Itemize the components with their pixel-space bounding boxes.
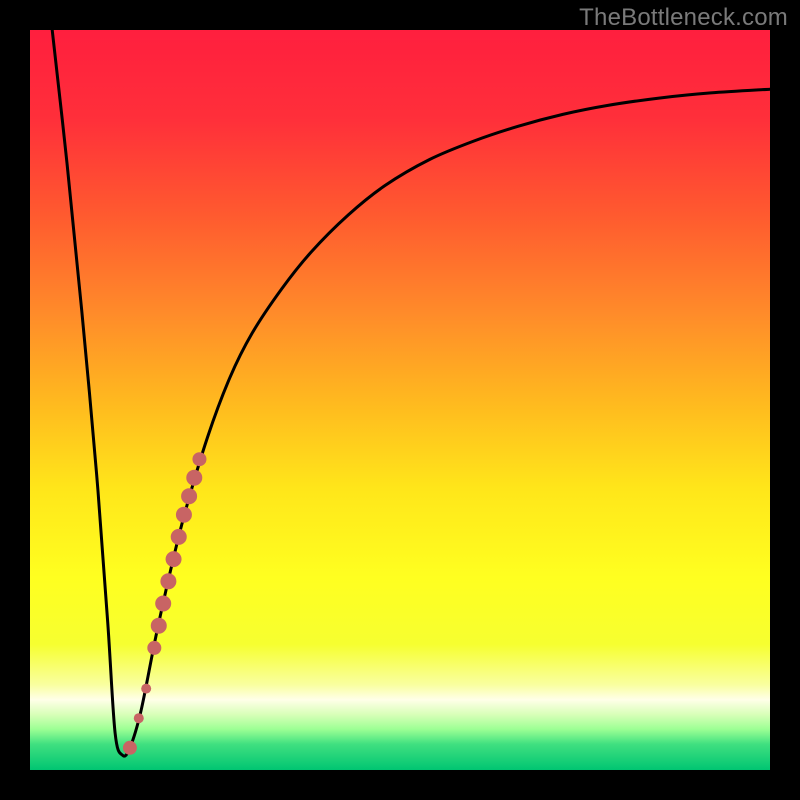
watermark-text: TheBottleneck.com — [579, 4, 788, 32]
highlight-dot — [186, 470, 202, 486]
highlight-dot — [151, 618, 167, 634]
chart-frame: TheBottleneck.com — [0, 0, 800, 800]
highlight-dot — [181, 488, 197, 504]
highlight-dot — [134, 713, 144, 723]
plot-area — [30, 30, 770, 770]
highlight-dot — [155, 596, 171, 612]
highlight-dot — [166, 551, 182, 567]
highlight-dot — [147, 641, 161, 655]
chart-svg — [30, 30, 770, 770]
highlight-dot — [123, 741, 137, 755]
highlight-dot — [160, 573, 176, 589]
gradient-background — [30, 30, 770, 770]
highlight-dot — [171, 529, 187, 545]
highlight-dot — [192, 452, 206, 466]
highlight-dot — [176, 507, 192, 523]
highlight-dot — [141, 684, 151, 694]
